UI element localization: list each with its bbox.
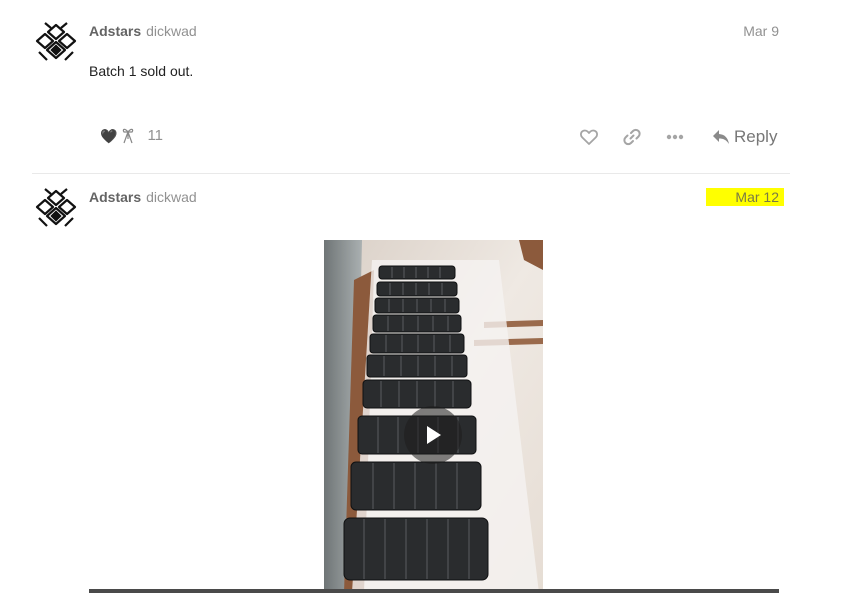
reactions[interactable]: 🖤 11	[100, 127, 163, 145]
post-date-highlighted[interactable]: Mar 12	[706, 188, 784, 206]
post-1: Adstars dickwad Mar 9 Batch 1 sold out. 🖤…	[0, 0, 843, 174]
share-link-button[interactable]	[621, 126, 643, 148]
gift-ribbon-icon	[123, 128, 134, 144]
full-name: dickwad	[146, 189, 197, 205]
play-icon	[427, 426, 441, 444]
more-options-button[interactable]	[664, 126, 686, 148]
username[interactable]: Adstars	[89, 189, 141, 205]
heart-outline-icon	[580, 129, 598, 145]
reply-button[interactable]: Reply	[712, 126, 777, 148]
like-button[interactable]	[578, 126, 600, 148]
username[interactable]: Adstars	[89, 23, 141, 39]
poster-meta: Adstars dickwad	[89, 188, 197, 206]
reaction-count[interactable]: 11	[147, 127, 163, 145]
post-actions: 🖤 11 Reply	[89, 124, 779, 150]
post-date[interactable]: Mar 9	[743, 22, 779, 40]
reply-label: Reply	[734, 127, 778, 146]
full-name: dickwad	[146, 23, 197, 39]
video-progress-bar[interactable]	[89, 589, 779, 593]
black-heart-icon: 🖤	[100, 128, 118, 144]
play-button[interactable]	[404, 406, 462, 464]
poster-meta: Adstars dickwad	[89, 22, 197, 40]
link-icon	[623, 128, 641, 146]
post-body: Batch 1 sold out.	[89, 63, 194, 79]
avatar[interactable]	[33, 186, 79, 232]
avatar[interactable]	[33, 20, 79, 66]
reply-arrow-icon	[713, 130, 729, 144]
post-2: Adstars dickwad Mar 12	[0, 174, 843, 593]
ellipsis-icon	[666, 134, 684, 140]
